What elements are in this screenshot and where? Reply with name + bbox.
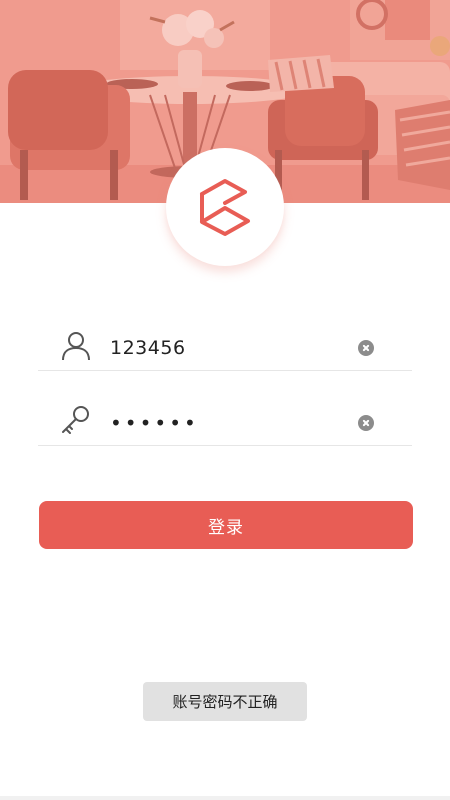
username-input[interactable] bbox=[110, 332, 350, 364]
login-button[interactable]: 登录 bbox=[39, 501, 413, 549]
error-toast-message: 账号密码不正确 bbox=[172, 693, 278, 711]
key-icon bbox=[62, 406, 89, 434]
app-logo-icon bbox=[200, 179, 250, 236]
error-toast: 账号密码不正确 bbox=[143, 682, 307, 721]
user-icon bbox=[62, 332, 90, 361]
username-field-row bbox=[38, 312, 412, 371]
password-input[interactable] bbox=[110, 407, 350, 439]
bottom-divider bbox=[0, 796, 450, 800]
login-button-label: 登录 bbox=[208, 517, 244, 538]
password-field-row bbox=[38, 387, 412, 446]
clear-password-button[interactable] bbox=[358, 415, 374, 431]
login-screen: 登录 账号密码不正确 bbox=[0, 0, 450, 800]
app-logo bbox=[166, 148, 284, 266]
clear-username-button[interactable] bbox=[358, 340, 374, 356]
